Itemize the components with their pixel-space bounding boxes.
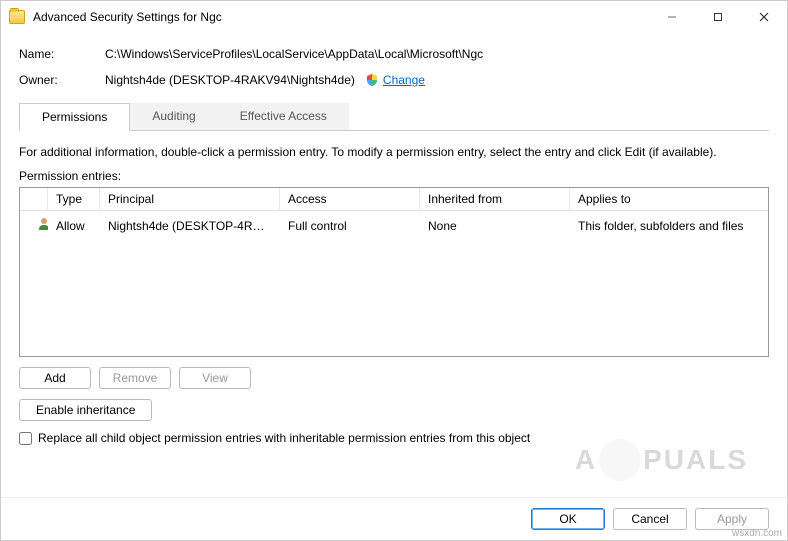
remove-button[interactable]: Remove <box>99 367 171 389</box>
add-button[interactable]: Add <box>19 367 91 389</box>
replace-checkbox[interactable] <box>19 432 32 445</box>
owner-row: Owner: Nightsh4de (DESKTOP-4RAKV94\Night… <box>19 73 769 87</box>
col-access-header[interactable]: Access <box>280 188 420 210</box>
replace-checkbox-row: Replace all child object permission entr… <box>19 431 769 445</box>
apply-button[interactable]: Apply <box>695 508 769 530</box>
cancel-button[interactable]: Cancel <box>613 508 687 530</box>
row-access: Full control <box>280 217 420 235</box>
close-button[interactable] <box>741 1 787 33</box>
maximize-icon <box>713 12 723 22</box>
row-principal: Nightsh4de (DESKTOP-4RAKV... <box>100 217 280 235</box>
col-principal-header[interactable]: Principal <box>100 188 280 210</box>
folder-icon <box>9 10 25 24</box>
col-icon-header[interactable] <box>20 188 48 210</box>
window-controls <box>649 1 787 33</box>
user-icon <box>36 216 48 232</box>
action-buttons: Add Remove View <box>19 367 769 389</box>
tab-effective-access[interactable]: Effective Access <box>218 103 349 130</box>
attribution-text: wsxdn.com <box>732 528 782 539</box>
row-inherited: None <box>420 217 570 235</box>
replace-checkbox-label: Replace all child object permission entr… <box>38 431 530 445</box>
col-type-header[interactable]: Type <box>48 188 100 210</box>
row-icon-cell <box>20 214 48 237</box>
tab-permissions[interactable]: Permissions <box>19 103 130 131</box>
row-applies: This folder, subfolders and files <box>570 217 768 235</box>
tabs: Permissions Auditing Effective Access <box>19 103 769 131</box>
entries-label: Permission entries: <box>19 169 769 183</box>
info-text: For additional information, double-click… <box>19 145 769 159</box>
content-area: Name: C:\Windows\ServiceProfiles\LocalSe… <box>1 33 787 497</box>
row-type: Allow <box>48 217 100 235</box>
window-title: Advanced Security Settings for Ngc <box>33 10 222 24</box>
permission-table: Type Principal Access Inherited from App… <box>19 187 769 357</box>
maximize-button[interactable] <box>695 1 741 33</box>
name-value: C:\Windows\ServiceProfiles\LocalService\… <box>105 47 483 61</box>
minimize-icon <box>667 12 677 22</box>
ok-button[interactable]: OK <box>531 508 605 530</box>
shield-icon <box>365 73 379 87</box>
owner-label: Owner: <box>19 73 105 87</box>
window-root: Advanced Security Settings for Ngc Name:… <box>0 0 788 541</box>
col-applies-header[interactable]: Applies to <box>570 188 768 210</box>
view-button[interactable]: View <box>179 367 251 389</box>
change-link[interactable]: Change <box>383 73 425 87</box>
name-label: Name: <box>19 47 105 61</box>
table-row[interactable]: Allow Nightsh4de (DESKTOP-4RAKV... Full … <box>20 211 768 240</box>
table-header: Type Principal Access Inherited from App… <box>20 188 768 211</box>
name-row: Name: C:\Windows\ServiceProfiles\LocalSe… <box>19 47 769 61</box>
footer-buttons: OK Cancel Apply <box>1 497 787 540</box>
col-inherited-header[interactable]: Inherited from <box>420 188 570 210</box>
titlebar: Advanced Security Settings for Ngc <box>1 1 787 33</box>
owner-value: Nightsh4de (DESKTOP-4RAKV94\Nightsh4de) <box>105 73 355 87</box>
minimize-button[interactable] <box>649 1 695 33</box>
close-icon <box>759 12 769 22</box>
tab-auditing[interactable]: Auditing <box>130 103 217 130</box>
enable-inheritance-button[interactable]: Enable inheritance <box>19 399 152 421</box>
